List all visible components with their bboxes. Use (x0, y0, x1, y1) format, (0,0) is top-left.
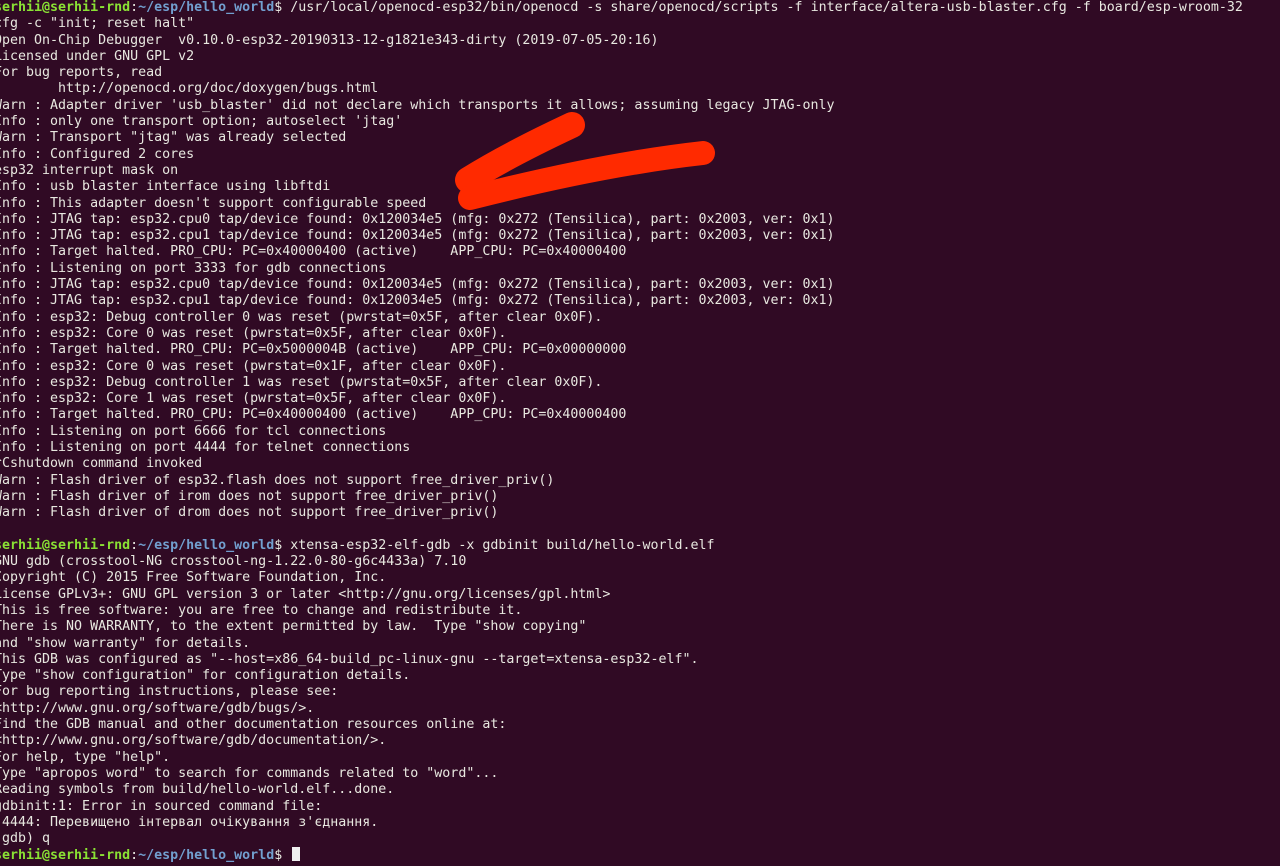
openocd-output-line: Info : This adapter doesn't support conf… (0, 195, 427, 211)
openocd-output-line: Licensed under GNU GPL v2 (0, 48, 195, 64)
openocd-output-line: http://openocd.org/doc/doxygen/bugs.html (0, 81, 379, 97)
prompt-user-host: serhii@serhii-rnd (0, 0, 131, 15)
gdb-output-line: (gdb) q (0, 831, 51, 847)
prompt-user-host: serhii@serhii-rnd (0, 848, 131, 864)
openocd-output-line: Warn : Flash driver of drom does not sup… (0, 505, 499, 521)
openocd-output-line: Info : only one transport option; autose… (0, 114, 403, 130)
gdb-output-line: This is free software: you are free to c… (0, 602, 523, 618)
openocd-output-line: Info : Configured 2 cores (0, 146, 195, 162)
gdb-output-line: Reading symbols from build/hello-world.e… (0, 782, 395, 798)
openocd-output-line: Info : Target halted. PRO_CPU: PC=0x4000… (0, 407, 627, 423)
openocd-output: Open On-Chip Debugger v0.10.0-esp32-2019… (0, 33, 1243, 538)
prompt-symbol: $ (274, 0, 291, 15)
gdb-output-line: :4444: Перевищено інтервал очікування з'… (0, 814, 379, 830)
openocd-output-line: Info : JTAG tap: esp32.cpu1 tap/device f… (0, 293, 835, 309)
prompt-separator: : (130, 0, 139, 15)
prompt-separator: : (130, 848, 139, 864)
terminal-output: serhii@serhii-rnd:~/esp/hello_world$ /us… (0, 0, 1243, 864)
openocd-output-line (0, 522, 1243, 538)
prompt-line-current[interactable]: serhii@serhii-rnd:~/esp/hello_world$ (0, 847, 1243, 863)
gdb-output-line: Type "show configuration" for configurat… (0, 668, 411, 684)
prompt-path: ~/esp/hello_world (138, 537, 275, 553)
openocd-output-line: Info : esp32: Debug controller 0 was res… (0, 309, 603, 325)
openocd-output-line: Info : Listening on port 4444 for telnet… (0, 440, 411, 456)
prompt-path: ~/esp/hello_world (138, 848, 275, 864)
openocd-output-line: Warn : Adapter driver 'usb_blaster' did … (0, 97, 835, 113)
openocd-output-line: Info : Target halted. PRO_CPU: PC=0x4000… (0, 244, 627, 260)
openocd-output-line: For bug reports, read (0, 65, 163, 81)
prompt-line-gdb: serhii@serhii-rnd:~/esp/hello_world$ xte… (0, 538, 1243, 554)
gdb-output-line: <http://www.gnu.org/software/gdb/bugs/>. (0, 700, 315, 716)
gdb-output-line: Copyright (C) 2015 Free Software Foundat… (0, 570, 387, 586)
openocd-output-line: Open On-Chip Debugger v0.10.0-esp32-2019… (0, 32, 659, 48)
openocd-output-line: Info : Listening on port 6666 for tcl co… (0, 423, 387, 439)
command-openocd: /usr/local/openocd-esp32/bin/openocd -s … (290, 0, 1243, 15)
text-cursor[interactable] (292, 847, 301, 862)
terminal-window[interactable]: serhii@serhii-rnd:~/esp/hello_world$ /us… (0, 0, 1280, 866)
openocd-output-line: Info : esp32: Debug controller 1 was res… (0, 374, 603, 390)
gdb-output-line: License GPLv3+: GNU GPL version 3 or lat… (0, 586, 611, 602)
openocd-output-line: Warn : Transport "jtag" was already sele… (0, 130, 347, 146)
gdb-output: GNU gdb (crosstool-NG crosstool-ng-1.22.… (0, 554, 1243, 847)
gdb-output-line: gdbinit:1: Error in sourced command file… (0, 798, 323, 814)
openocd-output-line: Warn : Flash driver of irom does not sup… (0, 488, 499, 504)
openocd-output-line: Info : usb blaster interface using libft… (0, 179, 331, 195)
openocd-output-line: Info : JTAG tap: esp32.cpu1 tap/device f… (0, 228, 835, 244)
gdb-output-line: There is NO WARRANTY, to the extent perm… (0, 619, 587, 635)
openocd-output-line: Info : Target halted. PRO_CPU: PC=0x5000… (0, 342, 627, 358)
prompt-line-openocd: serhii@serhii-rnd:~/esp/hello_world$ /us… (0, 0, 1243, 16)
gdb-output-line: and "show warranty" for details. (0, 635, 251, 651)
gdb-output-line: Type "apropos word" to search for comman… (0, 765, 499, 781)
openocd-output-line: Info : JTAG tap: esp32.cpu0 tap/device f… (0, 277, 835, 293)
openocd-output-line: Info : JTAG tap: esp32.cpu0 tap/device f… (0, 211, 835, 227)
openocd-output-line: Info : esp32: Core 0 was reset (pwrstat=… (0, 358, 507, 374)
prompt-path: ~/esp/hello_world (138, 0, 275, 15)
prompt-symbol: $ (274, 537, 291, 553)
openocd-output-line: esp32 interrupt mask on (0, 162, 179, 178)
openocd-output-line: Warn : Flash driver of esp32.flash does … (0, 472, 555, 488)
gdb-output-line: GNU gdb (crosstool-NG crosstool-ng-1.22.… (0, 554, 467, 570)
prompt-separator: : (130, 537, 139, 553)
openocd-output-line: Info : esp32: Core 1 was reset (pwrstat=… (0, 391, 507, 407)
openocd-output-line: Info : esp32: Core 0 was reset (pwrstat=… (0, 325, 507, 341)
prompt-symbol: $ (274, 848, 291, 864)
gdb-output-line: For help, type "help". (0, 749, 171, 765)
command-openocd-wrap: cfg -c "init; reset halt" (0, 16, 195, 32)
openocd-output-line: ^Cshutdown command invoked (0, 456, 203, 472)
gdb-output-line: For bug reporting instructions, please s… (0, 684, 339, 700)
gdb-output-line: <http://www.gnu.org/software/gdb/documen… (0, 733, 387, 749)
gdb-output-line: Find the GDB manual and other documentat… (0, 717, 507, 733)
prompt-user-host: serhii@serhii-rnd (0, 537, 131, 553)
openocd-output-line: Info : Listening on port 3333 for gdb co… (0, 260, 387, 276)
command-gdb: xtensa-esp32-elf-gdb -x gdbinit build/he… (290, 537, 715, 553)
gdb-output-line: This GDB was configured as "--host=x86_6… (0, 651, 699, 667)
